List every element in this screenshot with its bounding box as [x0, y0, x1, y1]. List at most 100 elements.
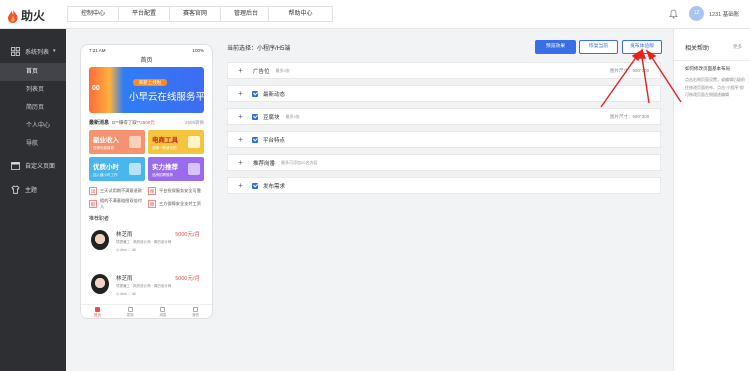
tile-recommend[interactable]: 实力推荐 品牌招聘推荐 — [148, 157, 204, 181]
tile-ecommerce[interactable]: 电商工具 选择一款适合的 — [148, 130, 204, 154]
tile-side-income[interactable]: 副业收入 在家也能赚钱 — [89, 130, 145, 154]
divider — [674, 60, 750, 61]
module-size: 图片尺寸：690*300 — [610, 113, 650, 119]
notice-bar[interactable]: 最新消息 D**赚得了取** 2500元 2558转换 — [89, 119, 204, 127]
job-meta: ◷ 4km ♡ 48 — [116, 248, 136, 252]
monitor-icon — [188, 136, 200, 148]
notice-amount: 2500元 — [140, 119, 155, 125]
nav-platform-config[interactable]: 平台配置 — [119, 7, 171, 21]
module-row-ad[interactable]: + 广告位 最多3张 图片尺寸：690*300 — [227, 62, 661, 79]
tab-home[interactable]: 首页 — [81, 305, 114, 318]
job-salary: 5000元/月 — [175, 276, 200, 282]
feature-list: 试三天试用期不满意退款 保平台担保服务安全可靠 假假的不满意赔偿双倍付入 障三方… — [89, 185, 204, 209]
expand-icon[interactable]: + — [228, 66, 253, 75]
notice-more: 2558转换 — [184, 119, 204, 125]
section-title: 推荐职者 — [89, 216, 110, 222]
app-logo[interactable]: 助火 — [7, 7, 45, 24]
notice-label: 最新消息 — [89, 120, 110, 126]
top-bar: 助火 控制中心 平台配置 赛客官网 管理后台 帮助中心 12 1231 基础账 — [0, 0, 750, 29]
module-row-publish[interactable]: + 发布需求 — [227, 177, 661, 194]
expand-icon[interactable]: + — [228, 89, 253, 98]
user-name[interactable]: 1231 基础账 — [709, 10, 739, 18]
sidebar-item-theme[interactable]: 主题 — [0, 177, 66, 201]
help-answer: 点击右侧页面设置，或编辑后级前往修改页面的布，点击“小程序”即可修改页面左侧描述… — [685, 77, 745, 97]
phone-tab-bar: 首页 发现 消息 我的 — [81, 304, 212, 318]
bell-icon[interactable] — [669, 9, 678, 19]
module-checkbox[interactable] — [252, 113, 258, 120]
feature-item: 试三天试用期不满意退款 — [89, 185, 145, 196]
tab-messages[interactable]: 消息 — [147, 305, 180, 318]
list-item[interactable]: 林芝雨 5000元/月 项提兼工 · 简历设计师 · 简历设计师 ◷ 4km ♡… — [89, 228, 204, 266]
module-name: 推荐岗番 — [253, 160, 276, 167]
module-checkbox[interactable] — [252, 182, 258, 189]
module-name: 豆腐块 — [263, 114, 280, 121]
nav-official-site[interactable]: 赛客官网 — [170, 7, 222, 21]
help-panel: 相关帮助 更多 如何修改页面基本布局 点击右侧页面设置，或编辑后级前往修改页面的… — [673, 29, 750, 371]
preview-button[interactable]: 预览效果 — [535, 40, 576, 54]
sidebar-item-label: 主题 — [25, 187, 38, 194]
tab-label: 发现 — [126, 313, 134, 317]
help-more-link[interactable]: 更多 — [733, 44, 742, 50]
job-name: 林芝雨 — [116, 232, 133, 238]
expand-icon[interactable]: + — [228, 158, 253, 167]
expand-icon[interactable]: + — [228, 112, 253, 121]
feature-text: 三天试用期不满意退款 — [100, 187, 142, 193]
flame-icon — [8, 8, 18, 23]
help-question[interactable]: 如何修改页面基本布局 — [685, 66, 730, 72]
sidebar-item-custom-page[interactable]: 自定义页面 — [0, 153, 66, 177]
job-desc: 项提兼工 · 简历设计师 · 简历设计师 — [116, 240, 172, 244]
tile-hourly[interactable]: 优质小时 加入赚小时工作 — [89, 157, 145, 181]
module-checkbox[interactable] — [252, 136, 258, 143]
sidebar-group-system-list[interactable]: 系统列表 ▾ — [0, 39, 66, 63]
module-note: 最多4张 — [285, 113, 300, 119]
phone-page-title: 首页 — [140, 58, 153, 64]
compass-icon — [127, 307, 133, 312]
feature-text: 假的不满意赔偿双倍付入 — [100, 197, 142, 209]
help-center-button[interactable]: 帮助中心 — [268, 6, 333, 22]
sidebar-item-profile[interactable]: 个人中心 — [0, 117, 66, 135]
module-size: 图片尺寸：690*300 — [610, 67, 650, 73]
module-note: 最多3张 — [275, 67, 290, 73]
module-row-recommend[interactable]: + 推荐岗番 最多可添加20名内容 — [227, 154, 661, 171]
tab-me[interactable]: 我的 — [179, 305, 212, 318]
publish-trial-button[interactable]: 发布体验版 — [622, 40, 662, 54]
expand-icon[interactable]: + — [228, 135, 253, 144]
job-salary: 5000元/月 — [175, 232, 200, 238]
feature-item: 假假的不满意赔偿双倍付入 — [89, 198, 145, 209]
phone-status-bar: 7:21 AM 100% — [81, 45, 212, 55]
module-row-news[interactable]: + 最新动态 — [227, 85, 661, 102]
chevron-down-icon: ▾ — [53, 48, 56, 54]
tab-label: 首页 — [93, 313, 101, 317]
phone-preview: 7:21 AM 100% 首页 00 来新上线啦 小早云在线服务平 最新消息 D… — [80, 44, 213, 319]
message-icon — [160, 307, 166, 312]
home-icon — [94, 307, 100, 312]
job-meta: ◷ 4km ♡ 48 — [116, 292, 136, 296]
sidebar-item-label: 自定义页面 — [25, 163, 56, 170]
avatar — [91, 274, 109, 294]
sidebar-item-list[interactable]: 列表页 — [0, 81, 66, 99]
sidebar-item-nav[interactable]: 导航 — [0, 135, 66, 153]
module-note: 最多可添加20名内容 — [281, 159, 318, 165]
current-selection-label: 当前选择：小程序/H5端 — [227, 46, 291, 52]
banner-coin: 00 — [92, 85, 100, 92]
module-row-blocks[interactable]: + 豆腐块 最多4张 图片尺寸：690*300 — [227, 108, 661, 125]
nav-admin[interactable]: 管理后台 — [221, 7, 271, 21]
module-checkbox[interactable] — [252, 90, 258, 97]
sidebar-item-resume[interactable]: 简历页 — [0, 99, 66, 117]
expand-icon[interactable]: + — [228, 181, 253, 190]
help-title: 相关帮助 — [685, 46, 710, 52]
banner[interactable]: 00 来新上线啦 小早云在线服务平 — [89, 67, 204, 113]
feature-icon: 障 — [148, 199, 156, 208]
tab-discover[interactable]: 发现 — [114, 305, 147, 318]
nav-control-center[interactable]: 控制中心 — [68, 7, 120, 21]
feature-text: 平台担保服务安全可靠 — [159, 187, 201, 193]
job-name: 林芝雨 — [116, 276, 133, 282]
job-desc: 项提兼工 · 简历设计师 · 简历设计师 — [116, 284, 172, 288]
feature-text: 三方保障安全支付工资 — [159, 200, 201, 206]
status-battery: 100% — [192, 48, 204, 53]
restore-button[interactable]: 恢复当前 — [579, 40, 618, 54]
sidebar-item-home[interactable]: 首页 — [0, 63, 66, 81]
feature-item: 障三方保障安全支付工资 — [148, 198, 204, 209]
module-row-features[interactable]: + 平台特点 — [227, 131, 661, 148]
avatar[interactable]: 12 — [689, 6, 704, 21]
